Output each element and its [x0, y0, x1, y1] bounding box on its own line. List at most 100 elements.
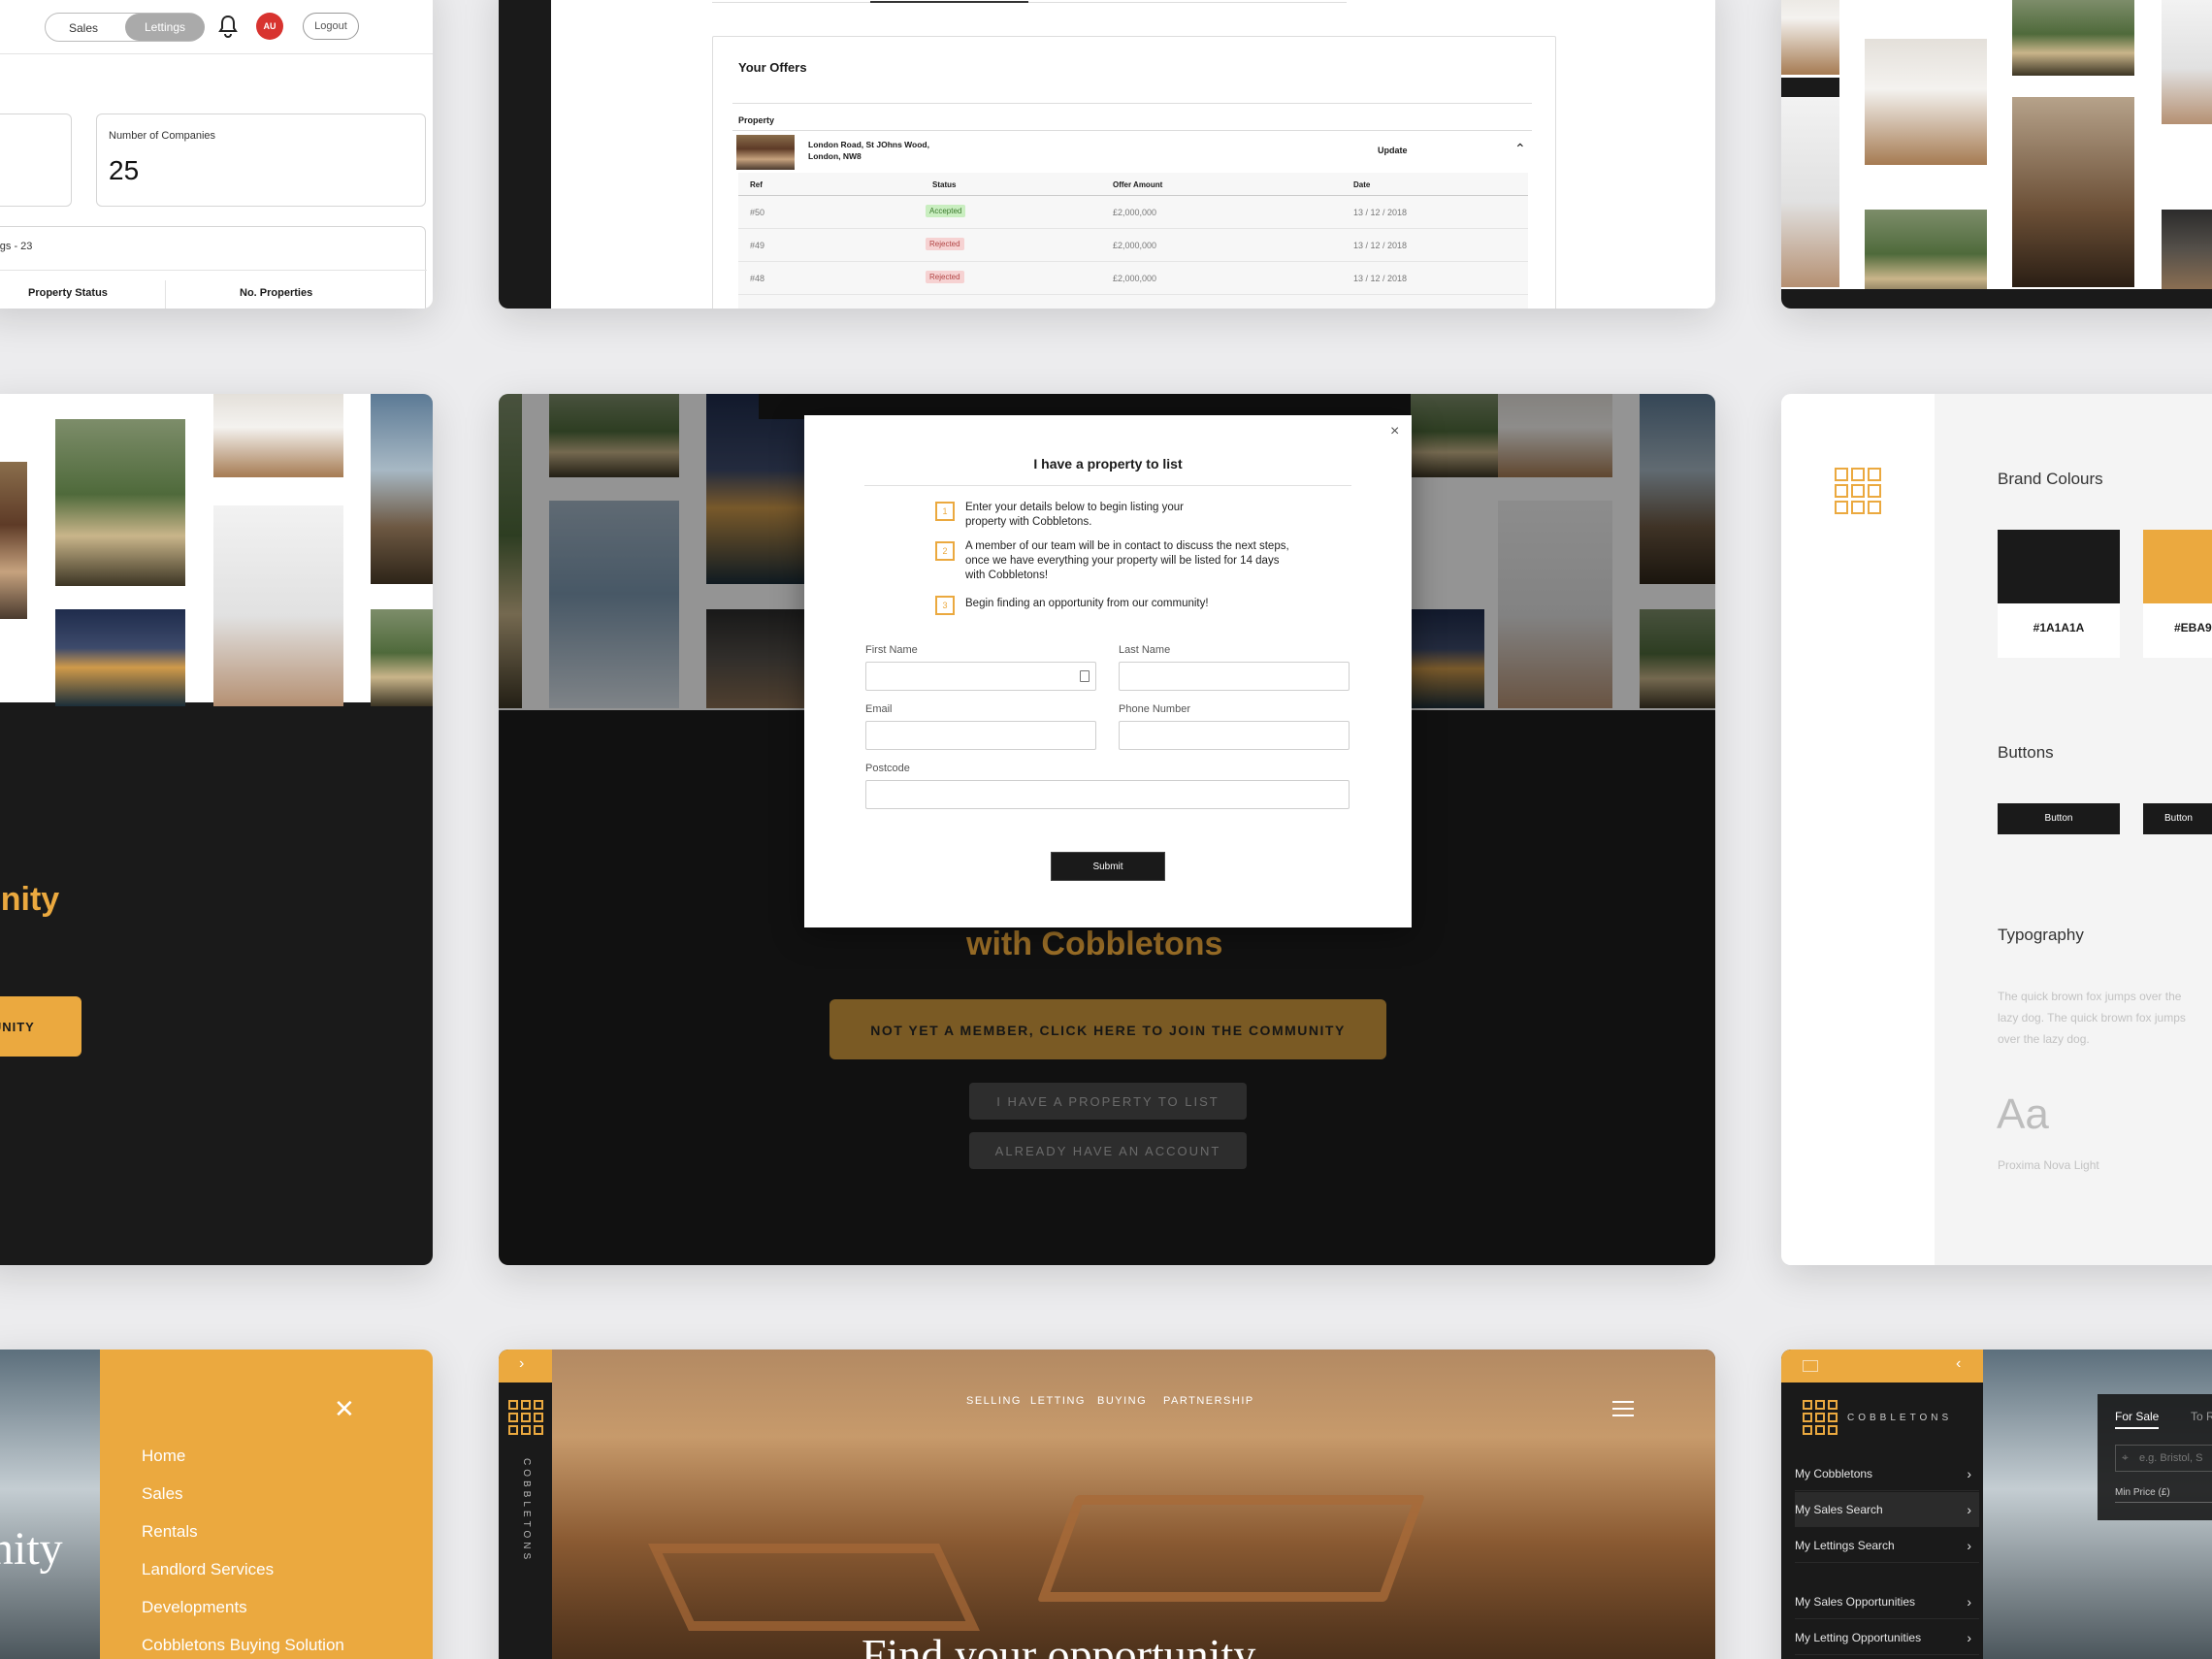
buttons-heading: Buttons — [1998, 743, 2054, 762]
app-panel-card: ‹ COBBLETONS My Cobbletons › My Sales Se… — [1781, 1350, 2212, 1659]
table-header: Ref Status Offer Amount Date — [738, 173, 1528, 196]
join-cta-button[interactable]: MUNITY — [0, 996, 81, 1057]
nav-label: My Sales Opportunities — [1795, 1595, 1916, 1609]
col-no-properties: No. Properties — [240, 287, 313, 299]
list-property-button[interactable]: I HAVE A PROPERTY TO LIST — [969, 1083, 1247, 1120]
photo-interior — [0, 462, 27, 619]
sample-button-1[interactable]: Button — [1998, 803, 2120, 834]
location-placeholder: e.g. Bristol, S — [2139, 1452, 2203, 1464]
sales-lettings-toggle[interactable]: Sales Lettings — [45, 13, 205, 42]
status-badge: Rejected — [926, 271, 964, 283]
email-field[interactable] — [865, 721, 1096, 750]
stat-card-partial — [0, 114, 72, 207]
submit-label: Submit — [1092, 862, 1123, 872]
hamburger-menu-icon[interactable] — [1612, 1401, 1634, 1418]
nav-my-sales-search[interactable]: My Sales Search › — [1795, 1492, 1979, 1527]
typography-aa: Aa — [1997, 1090, 2049, 1138]
nav-my-sales-opportunities[interactable]: My Sales Opportunities › — [1795, 1584, 1979, 1619]
row-date: 13 / 12 / 2018 — [1353, 208, 1408, 217]
tab-to-rent[interactable]: To R — [2191, 1410, 2212, 1423]
offers-panel: Your Offers Property London Road, St JOh… — [712, 36, 1556, 309]
nav-letting[interactable]: LETTING — [1030, 1395, 1086, 1407]
property-row[interactable]: London Road, St JOhns Wood, London, NW8 … — [732, 130, 1532, 171]
offers-table: Ref Status Offer Amount Date #50 Accepte… — [738, 173, 1528, 309]
row-amount: £2,000,000 — [1113, 241, 1157, 250]
nav-my-lettings-search[interactable]: My Lettings Search › — [1795, 1528, 1979, 1563]
heading-fragment: nity — [0, 1523, 63, 1575]
nav-my-letting-opportunities[interactable]: My Letting Opportunities › — [1795, 1620, 1979, 1655]
nav-my-cobbletons[interactable]: My Cobbletons › — [1795, 1456, 1979, 1491]
close-icon[interactable]: ✕ — [334, 1394, 355, 1424]
sidebar-dark — [499, 0, 551, 309]
panel-header: ‹ — [1781, 1350, 1983, 1382]
cobbletons-logo-icon — [1835, 468, 1881, 514]
nav-buying[interactable]: BUYING — [1097, 1395, 1147, 1407]
left-hero-card: unity MUNITY — [0, 394, 433, 1265]
chevron-right-icon: › — [519, 1355, 525, 1372]
logout-button[interactable]: Logout — [303, 13, 359, 40]
swatch-dark: #1A1A1A — [1998, 530, 2120, 658]
menu-item-developments[interactable]: Developments — [142, 1598, 247, 1617]
row-amount: £2,000,000 — [1113, 208, 1157, 217]
photo-edge — [2162, 0, 2212, 124]
companies-label: Number of Companies — [109, 130, 216, 142]
menu-item-rentals[interactable]: Rentals — [142, 1522, 198, 1542]
last-name-field[interactable] — [1119, 662, 1350, 691]
chevron-right-icon: › — [1967, 1630, 1971, 1645]
join-cta-label: MUNITY — [0, 1020, 35, 1034]
bell-icon[interactable] — [217, 15, 239, 38]
close-icon[interactable]: × — [1390, 423, 1399, 440]
menu-item-home[interactable]: Home — [142, 1447, 185, 1466]
menu-item-sales[interactable]: Sales — [142, 1484, 183, 1504]
row-ref: #48 — [750, 274, 765, 283]
phone-field[interactable] — [1119, 721, 1350, 750]
menu-item-landlord[interactable]: Landlord Services — [142, 1560, 274, 1579]
nav-selling[interactable]: SELLING — [966, 1395, 1022, 1407]
typography-font-name: Proxima Nova Light — [1998, 1158, 2099, 1172]
step-text: A member of our team will be in contact … — [965, 540, 1289, 581]
swatch-dark-label: #1A1A1A — [2033, 621, 2085, 634]
toggle-lettings[interactable]: Lettings — [125, 14, 205, 41]
col-property-status: Property Status — [28, 287, 108, 299]
lettings-label: ettings - 23 — [0, 241, 33, 252]
step-text: Enter your details below to begin listin… — [965, 502, 1185, 528]
chevron-right-icon: › — [1967, 1538, 1971, 1553]
typography-sample: The quick brown fox jumps over the lazy … — [1998, 990, 2186, 1046]
search-panel: For Sale To R ⌖ e.g. Bristol, S Min Pric… — [2098, 1394, 2212, 1520]
cobbletons-logo-icon — [1803, 1400, 1838, 1435]
submit-button[interactable]: Submit — [1051, 852, 1165, 881]
email-label: Email — [865, 703, 893, 715]
swatch-gold: #EBA9 — [2143, 530, 2212, 658]
list-property-modal: × I have a property to list 1 Enter your… — [804, 415, 1412, 927]
header-status: Status — [932, 180, 957, 189]
chevron-left-icon[interactable]: ‹ — [1956, 1355, 1961, 1373]
existing-account-button[interactable]: ALREADY HAVE AN ACCOUNT — [969, 1132, 1247, 1169]
chevron-up-icon[interactable]: ⌃ — [1514, 141, 1526, 157]
tab-for-sale[interactable]: For Sale — [2115, 1410, 2160, 1429]
location-input[interactable]: ⌖ e.g. Bristol, S — [2115, 1445, 2212, 1472]
app-icon — [1803, 1360, 1818, 1372]
header-divider — [0, 53, 433, 54]
sidebar-expand-button[interactable]: › — [499, 1350, 552, 1382]
existing-account-label: ALREADY HAVE AN ACCOUNT — [994, 1144, 1221, 1158]
min-price-label[interactable]: Min Price (£) — [2115, 1487, 2212, 1503]
nav-label: My Cobbletons — [1795, 1467, 1873, 1480]
menu-item-buying-solution[interactable]: Cobbletons Buying Solution — [142, 1636, 344, 1655]
photo-tudor — [371, 394, 433, 584]
website-hero-card: › COBBLETONS SELLING LETTING BUYING PART… — [499, 1350, 1715, 1659]
nav-label: My Letting Opportunities — [1795, 1631, 1922, 1644]
pin-icon: ⌖ — [2122, 1450, 2129, 1464]
toggle-sales[interactable]: Sales — [69, 21, 98, 35]
nav-partnership[interactable]: PARTNERSHIP — [1163, 1395, 1254, 1407]
header-amount: Offer Amount — [1113, 180, 1163, 189]
join-community-button[interactable]: NOT YET A MEMBER, CLICK HERE TO JOIN THE… — [830, 999, 1386, 1059]
offers-card: Your Offers Property London Road, St JOh… — [499, 0, 1715, 309]
photo-living — [213, 505, 343, 706]
photo-house — [2012, 0, 2134, 76]
avatar[interactable]: AU — [256, 13, 283, 40]
first-name-field[interactable] — [865, 662, 1096, 691]
postcode-field[interactable] — [865, 780, 1350, 809]
update-link[interactable]: Update — [1378, 146, 1408, 155]
sample-button-2[interactable]: Button — [2143, 803, 2212, 834]
photo-collage-card — [1781, 0, 2212, 309]
